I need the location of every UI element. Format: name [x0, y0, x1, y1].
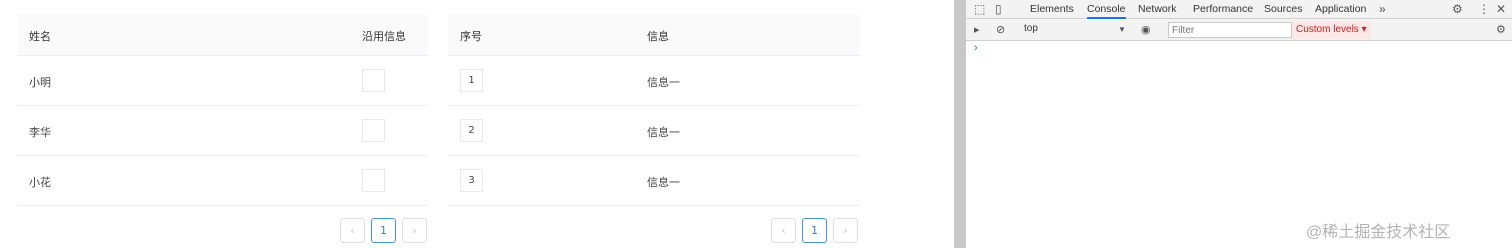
header-index: 序号	[460, 30, 482, 43]
reuse-table: 姓名 沿用信息 小明 李华 小花	[17, 14, 428, 206]
row-info: 信息一	[647, 76, 680, 89]
tab-network[interactable]: Network	[1138, 3, 1177, 15]
tab-console[interactable]: Console	[1087, 3, 1126, 19]
row-info: 信息一	[647, 176, 680, 189]
context-select[interactable]: top	[1024, 23, 1038, 34]
console-prompt[interactable]: ›	[974, 42, 978, 54]
console-toolbar: ▸ ⊘ top ▼ ◉ Custom levels ▾ ⚙	[966, 19, 1512, 41]
devtools-tabbar: ⬚ ▯ Elements Console Network Performance…	[966, 0, 1512, 19]
row-info: 信息一	[647, 126, 680, 139]
page-button-1[interactable]: 1	[802, 218, 827, 243]
header-name: 姓名	[29, 30, 51, 43]
clear-console-icon[interactable]: ⊘	[996, 23, 1005, 36]
table-row: 2 信息一	[448, 106, 860, 156]
app-area: 姓名 沿用信息 小明 李华 小花 ‹ 1 › 序号 信息 1 信息一 2 信息一…	[0, 0, 954, 248]
row-name: 小花	[29, 176, 51, 189]
gear-icon[interactable]: ⚙	[1452, 2, 1463, 16]
prev-page-button[interactable]: ‹	[340, 218, 365, 243]
index-input[interactable]: 2	[460, 119, 483, 142]
pagination-left: ‹ 1 ›	[340, 218, 427, 243]
gear-icon[interactable]: ⚙	[1496, 23, 1506, 36]
tab-performance[interactable]: Performance	[1193, 3, 1253, 15]
table-header: 序号 信息	[448, 14, 860, 56]
info-table: 序号 信息 1 信息一 2 信息一 3 信息一	[448, 14, 860, 206]
row-name: 李华	[29, 126, 51, 139]
log-levels-dropdown[interactable]: Custom levels ▾	[1292, 21, 1371, 39]
chevron-down-icon[interactable]: ▼	[1118, 25, 1126, 34]
next-page-button[interactable]: ›	[402, 218, 427, 243]
reuse-checkbox[interactable]	[362, 69, 385, 92]
sidebar-toggle-icon[interactable]: ▸	[974, 23, 980, 36]
tab-application[interactable]: Application	[1315, 3, 1366, 15]
inspect-icon[interactable]: ⬚	[974, 2, 985, 16]
device-toggle-icon[interactable]: ▯	[995, 2, 1002, 16]
eye-icon[interactable]: ◉	[1141, 23, 1151, 36]
next-page-button[interactable]: ›	[833, 218, 858, 243]
table-row: 小花	[17, 156, 428, 206]
filter-input[interactable]	[1168, 22, 1292, 38]
table-header: 姓名 沿用信息	[17, 14, 428, 56]
row-name: 小明	[29, 76, 51, 89]
prev-page-button[interactable]: ‹	[771, 218, 796, 243]
page-button-1[interactable]: 1	[371, 218, 396, 243]
watermark: @稀土掘金技术社区	[1306, 224, 1451, 241]
header-reuse: 沿用信息	[362, 30, 406, 43]
more-tabs-icon[interactable]: »	[1379, 2, 1386, 16]
index-input[interactable]: 1	[460, 69, 483, 92]
table-row: 李华	[17, 106, 428, 156]
devtools-splitter[interactable]	[954, 0, 966, 248]
index-input[interactable]: 3	[460, 169, 483, 192]
tab-elements[interactable]: Elements	[1030, 3, 1074, 15]
kebab-menu-icon[interactable]: ⋮	[1478, 2, 1490, 16]
reuse-checkbox[interactable]	[362, 119, 385, 142]
close-icon[interactable]: ✕	[1496, 2, 1506, 16]
pagination-right: ‹ 1 ›	[771, 218, 858, 243]
table-row: 3 信息一	[448, 156, 860, 206]
tab-sources[interactable]: Sources	[1264, 3, 1303, 15]
table-row: 1 信息一	[448, 56, 860, 106]
header-info: 信息	[647, 30, 669, 43]
table-row: 小明	[17, 56, 428, 106]
devtools-panel: ⬚ ▯ Elements Console Network Performance…	[966, 0, 1512, 248]
reuse-checkbox[interactable]	[362, 169, 385, 192]
